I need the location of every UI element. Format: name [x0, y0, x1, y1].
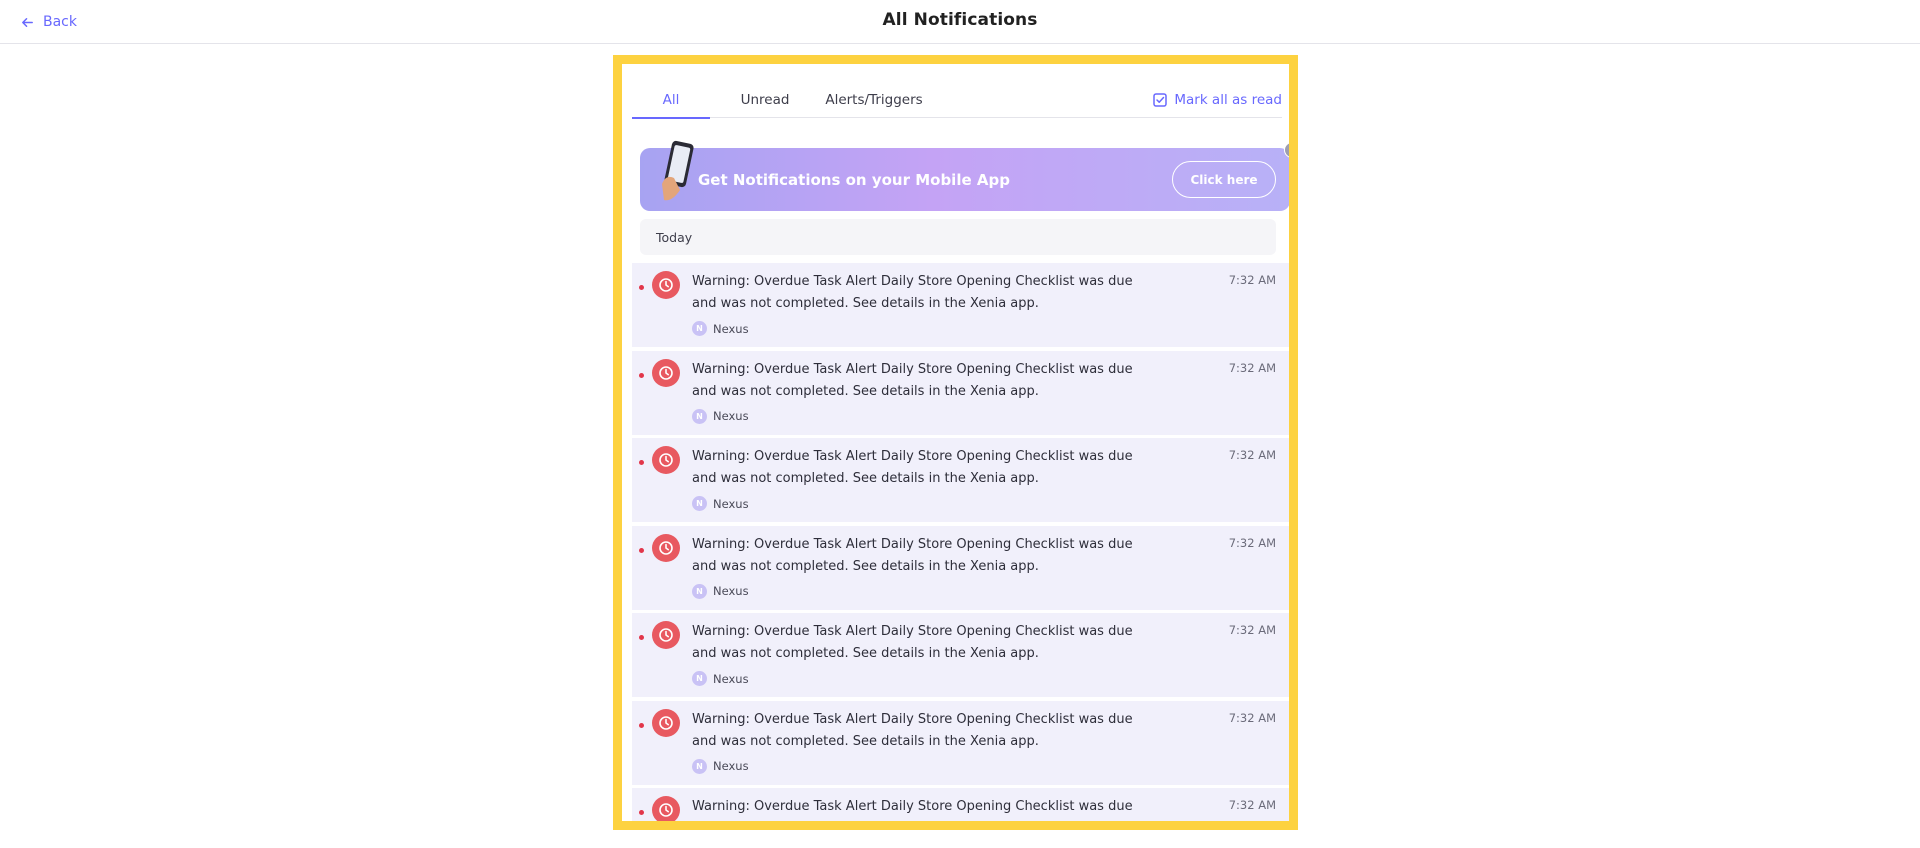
notification-source: N Nexus: [692, 758, 749, 774]
notification-time: 7:32 AM: [1228, 710, 1276, 725]
source-avatar: N: [692, 583, 707, 599]
close-icon[interactable]: ✕: [1284, 142, 1289, 158]
unread-dot: [639, 547, 644, 553]
notification-item[interactable]: Warning: Overdue Task Alert Daily Store …: [632, 263, 1289, 347]
source-name: Nexus: [713, 496, 749, 511]
notification-source: N Nexus: [692, 583, 749, 599]
clock-icon: [652, 533, 680, 562]
notification-message: Warning: Overdue Task Alert Daily Store …: [692, 799, 1133, 830]
unread-dot: [639, 810, 644, 815]
source-name: Nexus: [713, 409, 749, 423]
source-avatar: N: [692, 671, 707, 686]
unread-dot: [639, 372, 644, 378]
clock-icon: [652, 621, 680, 649]
notification-item[interactable]: Warning: Overdue Task Alert Daily Store …: [632, 700, 1289, 785]
notification-message: Warning: Overdue Task Alert Daily Store …: [692, 361, 1133, 399]
mobile-app-banner: Get Notifications on your Mobile App Cli…: [640, 140, 1289, 211]
source-name: Nexus: [713, 671, 749, 686]
phone-icon: [662, 140, 694, 201]
banner-text: Get Notifications on your Mobile App: [698, 170, 1010, 189]
notification-time: 7:32 AM: [1228, 273, 1276, 287]
banner-click-here-button[interactable]: Click here: [1172, 161, 1276, 198]
tab-unread[interactable]: Unread: [720, 82, 810, 118]
notification-message: Warning: Overdue Task Alert Daily Store …: [692, 711, 1133, 749]
mark-all-read-label: Mark all as read: [1174, 92, 1282, 108]
source-avatar: N: [692, 758, 707, 774]
unread-dot: [639, 635, 644, 640]
notification-time: 7:32 AM: [1228, 623, 1276, 637]
source-name: Nexus: [713, 584, 749, 598]
unread-dot: [639, 460, 644, 465]
notification-item[interactable]: Warning: Overdue Task Alert Daily Store …: [632, 350, 1289, 435]
tab-alerts-triggers[interactable]: Alerts/Triggers: [804, 82, 944, 118]
notification-time: 7:32 AM: [1228, 360, 1276, 375]
notifications-panel: All Unread Alerts/Triggers Mark all as r…: [613, 55, 1298, 830]
source-avatar: N: [692, 408, 707, 424]
clock-icon: [652, 358, 680, 387]
notification-message: Warning: Overdue Task Alert Daily Store …: [692, 449, 1133, 486]
section-header-today: Today: [640, 219, 1276, 255]
notification-message: Warning: Overdue Task Alert Daily Store …: [692, 624, 1133, 661]
source-avatar: N: [692, 321, 707, 336]
notification-message: Warning: Overdue Task Alert Daily Store …: [692, 536, 1133, 574]
notification-time: 7:32 AM: [1228, 535, 1276, 550]
notification-message: Warning: Overdue Task Alert Daily Store …: [692, 274, 1133, 311]
notification-item[interactable]: Warning: Overdue Task Alert Daily Store …: [632, 788, 1289, 830]
source-name: Nexus: [713, 321, 749, 336]
notification-source: N Nexus: [692, 671, 749, 686]
notification-time: 7:32 AM: [1228, 448, 1276, 462]
clock-icon: [652, 708, 680, 737]
notification-source: N Nexus: [692, 321, 749, 336]
unread-dot: [639, 722, 644, 728]
source-avatar: N: [692, 496, 707, 511]
checkbox-icon: [1153, 93, 1168, 107]
notification-time: 7:32 AM: [1228, 798, 1276, 812]
notification-item[interactable]: Warning: Overdue Task Alert Daily Store …: [632, 438, 1289, 522]
notification-source: N Nexus: [692, 408, 749, 424]
top-bar: Back All Notifications: [0, 0, 1920, 44]
clock-icon: [652, 796, 680, 821]
page-title: All Notifications: [882, 10, 1038, 30]
source-name: Nexus: [713, 759, 749, 773]
notification-item[interactable]: Warning: Overdue Task Alert Daily Store …: [632, 613, 1289, 697]
notification-list: Warning: Overdue Task Alert Daily Store …: [632, 263, 1289, 830]
tab-all[interactable]: All: [632, 82, 710, 119]
clock-icon: [652, 446, 680, 474]
mark-all-read-button[interactable]: Mark all as read: [1152, 82, 1282, 118]
notification-source: N Nexus: [692, 496, 749, 511]
tab-bar: All Unread Alerts/Triggers Mark all as r…: [632, 82, 1282, 119]
clock-icon: [652, 271, 680, 299]
unread-dot: [639, 285, 644, 290]
notification-item[interactable]: Warning: Overdue Task Alert Daily Store …: [632, 525, 1289, 610]
